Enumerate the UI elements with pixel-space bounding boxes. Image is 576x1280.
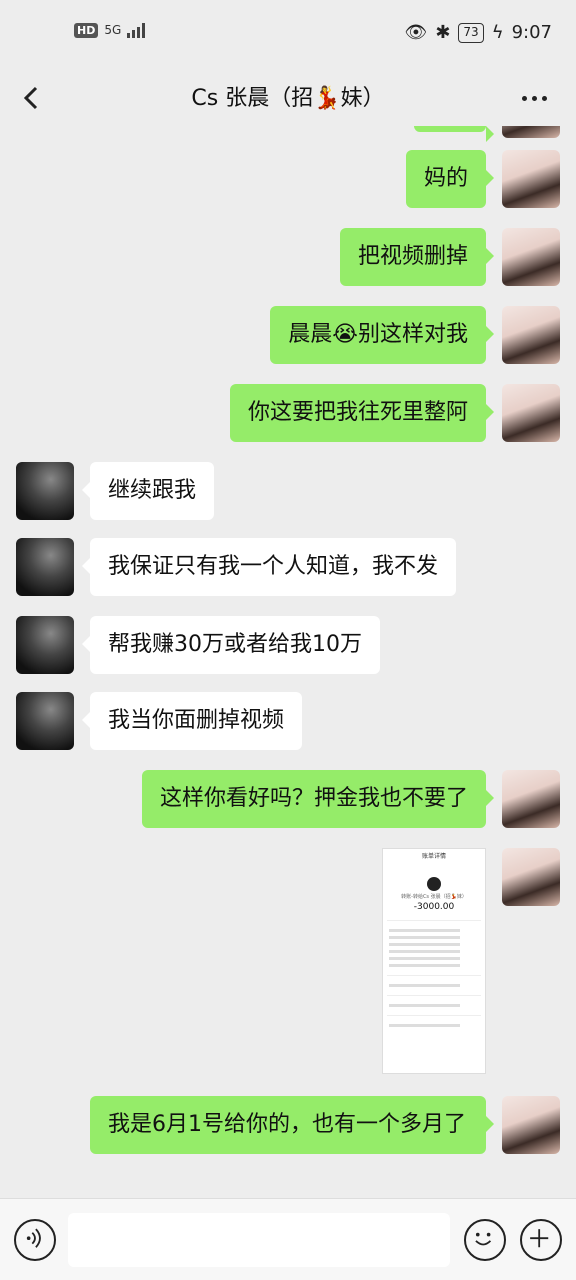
eye-icon: 👁	[404, 22, 428, 43]
detail-line	[389, 943, 461, 946]
detail-line	[389, 1004, 461, 1007]
clock: 9:07	[511, 22, 552, 43]
message-bubble-partial[interactable]	[414, 126, 494, 142]
status-right: 👁 ✱ 73 ϟ 9:07	[404, 22, 552, 43]
detail-line	[389, 929, 461, 932]
my-avatar[interactable]	[502, 848, 560, 906]
message-bubble[interactable]: 妈的	[405, 150, 495, 208]
contact-avatar[interactable]	[16, 462, 74, 520]
message-bubble[interactable]: 你这要把我往死里整阿	[229, 384, 495, 442]
divider	[387, 995, 481, 996]
avatar-thumb	[427, 877, 441, 891]
divider	[387, 920, 481, 921]
detail-line	[389, 936, 461, 939]
message-bubble[interactable]: 把视频删掉	[339, 228, 495, 286]
hd-badge: HD	[74, 22, 99, 38]
my-avatar[interactable]	[502, 770, 560, 828]
message-bubble[interactable]: 这样你看好吗？押金我也不要了	[141, 770, 495, 828]
detail-line	[389, 964, 461, 967]
image-header: 账单详情	[421, 853, 446, 860]
input-bar	[0, 1198, 576, 1280]
dot-icon	[541, 95, 547, 101]
emoji-button[interactable]	[464, 1219, 506, 1261]
charging-icon: ϟ	[491, 22, 504, 43]
image-message[interactable]: 账单详情 转账-转给Cs 张晨（招💃妹） -3000.00	[382, 848, 486, 1074]
detail-line	[389, 957, 461, 960]
image-payee: 转账-转给Cs 张晨（招💃妹）	[401, 894, 467, 900]
message-input[interactable]	[68, 1213, 450, 1267]
battery-level: 73	[458, 22, 484, 43]
status-left: HD 5G	[74, 22, 146, 38]
more-button[interactable]	[514, 78, 554, 118]
my-avatar[interactable]	[502, 384, 560, 442]
message-bubble[interactable]: 我保证只有我一个人知道，我不发	[81, 538, 457, 596]
message-bubble[interactable]: 晨晨😭别这样对我	[270, 306, 494, 364]
my-avatar[interactable]	[502, 126, 560, 138]
message-list[interactable]: 妈的 把视频删掉 晨晨😭别这样对我 你这要把我往死里整阿 继续跟我 我保证只有我…	[0, 126, 576, 1198]
voice-button[interactable]	[14, 1219, 56, 1261]
voice-icon	[26, 1228, 41, 1248]
chat-header: Cs 张晨（招💃妹）	[0, 70, 576, 126]
my-avatar[interactable]	[502, 228, 560, 286]
contact-avatar[interactable]	[16, 616, 74, 674]
smiley-icon	[475, 1232, 492, 1246]
contact-avatar[interactable]	[16, 692, 74, 750]
my-avatar[interactable]	[502, 150, 560, 208]
bluetooth-icon: ✱	[435, 22, 451, 43]
my-avatar[interactable]	[502, 1096, 560, 1154]
dot-icon	[521, 95, 527, 101]
detail-line	[389, 1024, 461, 1027]
message-bubble[interactable]: 我当你面删掉视频	[81, 692, 303, 750]
dot-icon	[531, 95, 537, 101]
more-functions-button[interactable]	[520, 1219, 562, 1261]
message-bubble[interactable]: 继续跟我	[81, 462, 215, 520]
detail-line	[389, 984, 461, 987]
divider	[387, 1015, 481, 1016]
status-bar: HD 5G 👁 ✱ 73 ϟ 9:07	[0, 0, 576, 70]
my-avatar[interactable]	[502, 306, 560, 364]
plus-icon	[530, 1229, 549, 1248]
message-bubble[interactable]: 帮我赚30万或者给我10万	[82, 616, 380, 674]
network-label: 5G	[104, 23, 122, 37]
divider	[387, 975, 481, 976]
message-bubble[interactable]: 我是6月1号给你的，也有一个多月了	[90, 1096, 494, 1154]
contact-avatar[interactable]	[16, 538, 74, 596]
detail-line	[389, 950, 461, 953]
signal-icon	[127, 22, 146, 38]
chat-title: Cs 张晨（招💃妹）	[191, 86, 385, 111]
image-amount: -3000.00	[413, 902, 455, 912]
